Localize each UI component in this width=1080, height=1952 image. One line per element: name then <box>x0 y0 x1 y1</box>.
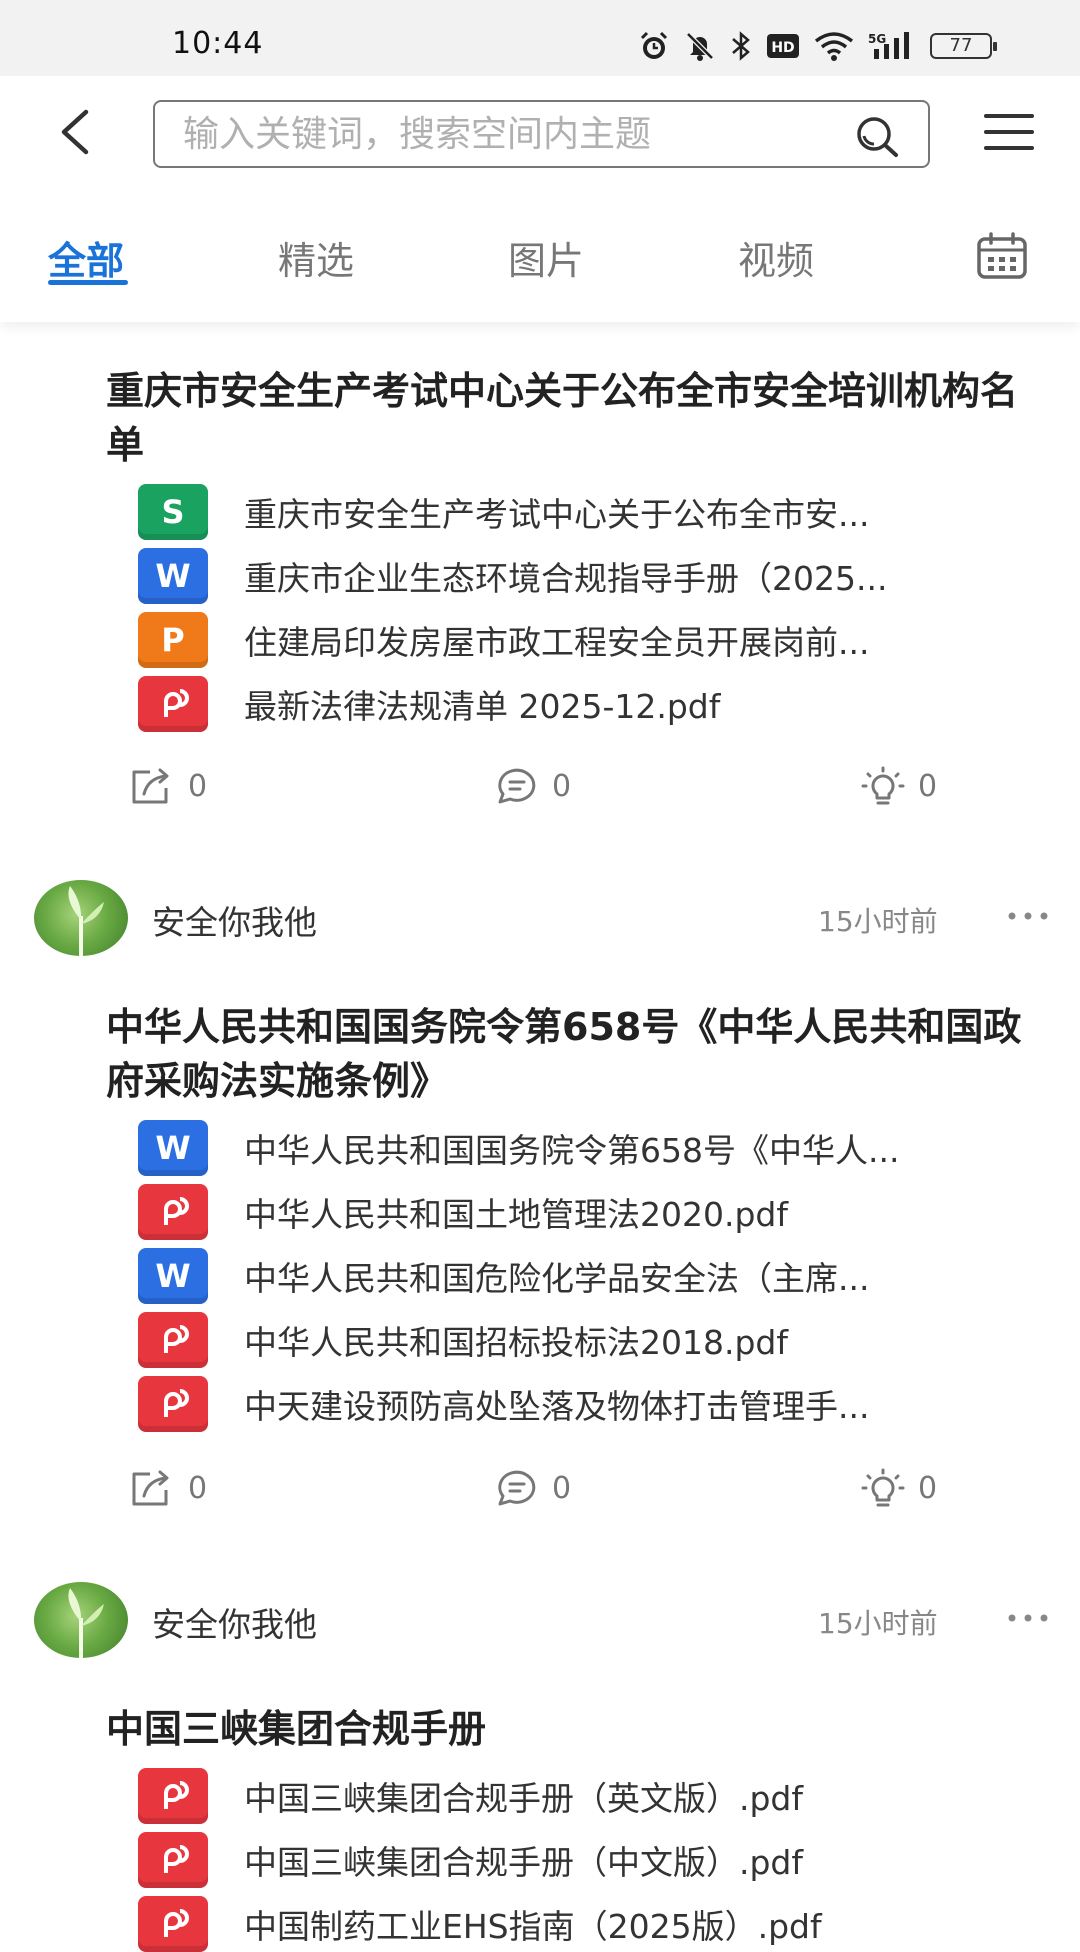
avatar[interactable] <box>34 880 128 956</box>
file-name: 重庆市企业生态环境合规指导手册（2025... <box>244 559 888 598</box>
tab-videos[interactable]: 视频 <box>738 230 814 285</box>
file-item[interactable]: W 中华人民共和国危险化学品安全法（主席... <box>138 1248 1038 1304</box>
avatar[interactable] <box>34 1582 128 1658</box>
file-item[interactable]: S 重庆市安全生产考试中心关于公布全市安... <box>138 484 1038 540</box>
post-time: 15小时前 <box>818 1607 938 1640</box>
file-item[interactable]: 中华人民共和国土地管理法2020.pdf <box>138 1184 1038 1240</box>
file-name: 中华人民共和国招标投标法2018.pdf <box>244 1323 788 1362</box>
pdf-file-icon <box>138 1184 208 1240</box>
status-time: 10:44 <box>172 26 264 61</box>
tab-all[interactable]: 全部 <box>48 230 124 285</box>
file-name: 中华人民共和国国务院令第658号《中华人... <box>244 1131 900 1170</box>
post-actions: 0 0 0 <box>0 1468 1080 1518</box>
word-file-icon: W <box>138 1248 208 1304</box>
tab-active-indicator <box>48 280 128 285</box>
mute-icon <box>686 32 714 61</box>
comment-count: 0 <box>552 768 572 804</box>
file-item[interactable]: P 住建局印发房屋市政工程安全员开展岗前... <box>138 612 1038 668</box>
svg-text:HD: HD <box>771 40 794 56</box>
file-name: 中华人民共和国土地管理法2020.pdf <box>244 1195 788 1234</box>
hd-icon: HD <box>767 34 799 58</box>
share-button[interactable]: 0 <box>130 766 207 806</box>
share-count: 0 <box>188 768 208 804</box>
signal-5g-icon: 5G <box>868 32 909 59</box>
alarm-icon <box>640 31 668 59</box>
svg-text:5G: 5G <box>868 32 886 46</box>
word-file-icon: W <box>138 1120 208 1176</box>
comment-button[interactable]: 0 <box>494 1468 571 1508</box>
post-actions: 0 0 0 <box>0 766 1080 816</box>
pdf-file-icon <box>138 1312 208 1368</box>
pdf-file-icon <box>138 1768 208 1824</box>
bluetooth-icon <box>732 31 750 61</box>
file-name: 中国三峡集团合规手册（中文版）.pdf <box>244 1843 804 1882</box>
word-file-icon: W <box>138 548 208 604</box>
status-bar: 10:44 HD 5G 77 <box>0 0 1080 76</box>
tab-images[interactable]: 图片 <box>508 230 584 285</box>
tab-bar: 全部 精选 图片 视频 <box>0 188 1080 322</box>
file-item[interactable]: W 重庆市企业生态环境合规指导手册（2025... <box>138 548 1038 604</box>
lightbulb-icon <box>861 1468 905 1507</box>
comment-count: 0 <box>552 1470 572 1506</box>
idea-button[interactable]: 0 <box>860 1468 937 1508</box>
post-title[interactable]: 中国三峡集团合规手册 <box>106 1702 1026 1756</box>
calendar-icon[interactable] <box>976 232 1028 280</box>
file-item[interactable]: 中国制药工业EHS指南（2025版）.pdf <box>138 1896 1038 1952</box>
author-row: 安全你我他 15小时前 <box>0 880 1080 960</box>
author-name[interactable]: 安全你我他 <box>152 1598 317 1646</box>
file-name: 重庆市安全生产考试中心关于公布全市安... <box>244 495 870 534</box>
file-name: 中天建设预防高处坠落及物体打击管理手... <box>244 1387 870 1426</box>
tab-featured[interactable]: 精选 <box>278 230 354 285</box>
ppt-file-icon: P <box>138 612 208 668</box>
pdf-file-icon <box>138 1896 208 1952</box>
like-count: 0 <box>918 768 938 804</box>
share-count: 0 <box>188 1470 208 1506</box>
pdf-file-icon <box>138 1376 208 1432</box>
lightbulb-icon <box>861 766 905 805</box>
author-row: 安全你我他 15小时前 <box>0 1582 1080 1662</box>
like-count: 0 <box>918 1470 938 1506</box>
wifi-icon <box>814 32 854 61</box>
post-time: 15小时前 <box>818 905 938 938</box>
menu-icon[interactable] <box>984 112 1034 152</box>
comment-button[interactable]: 0 <box>494 766 571 806</box>
back-icon[interactable] <box>52 106 100 158</box>
comment-icon <box>498 768 536 804</box>
file-name: 中国三峡集团合规手册（英文版）.pdf <box>244 1779 804 1818</box>
post-title[interactable]: 中华人民共和国国务院令第658号《中华人民共和国政府采购法实施条例》 <box>106 1000 1026 1108</box>
search-input[interactable] <box>155 102 855 166</box>
search-box[interactable] <box>153 100 930 168</box>
comment-icon <box>498 1470 536 1506</box>
share-icon <box>132 768 169 804</box>
sheet-file-icon: S <box>138 484 208 540</box>
post-title[interactable]: 重庆市安全生产考试中心关于公布全市安全培训机构名单 <box>106 364 1026 472</box>
more-options-icon[interactable] <box>1006 1608 1050 1628</box>
file-name: 中华人民共和国危险化学品安全法（主席... <box>244 1259 870 1298</box>
file-name: 最新法律法规清单 2025-12.pdf <box>244 687 721 726</box>
battery-icon: 77 <box>930 33 997 59</box>
idea-button[interactable]: 0 <box>860 766 937 806</box>
file-name: 住建局印发房屋市政工程安全员开展岗前... <box>244 623 870 662</box>
file-name: 中国制药工业EHS指南（2025版）.pdf <box>244 1907 822 1946</box>
file-item[interactable]: 中国三峡集团合规手册（中文版）.pdf <box>138 1832 1038 1888</box>
file-item[interactable]: 中国三峡集团合规手册（英文版）.pdf <box>138 1768 1038 1824</box>
file-item[interactable]: 最新法律法规清单 2025-12.pdf <box>138 676 1038 732</box>
file-item[interactable]: W 中华人民共和国国务院令第658号《中华人... <box>138 1120 1038 1176</box>
share-button[interactable]: 0 <box>130 1468 207 1508</box>
pdf-file-icon <box>138 1832 208 1888</box>
share-icon <box>132 1470 169 1506</box>
pdf-file-icon <box>138 676 208 732</box>
file-item[interactable]: 中华人民共和国招标投标法2018.pdf <box>138 1312 1038 1368</box>
author-name[interactable]: 安全你我他 <box>152 896 317 944</box>
file-item[interactable]: 中天建设预防高处坠落及物体打击管理手... <box>138 1376 1038 1432</box>
status-icons: HD 5G 77 <box>638 28 997 64</box>
more-options-icon[interactable] <box>1006 906 1050 926</box>
search-header <box>0 76 1080 188</box>
search-icon[interactable] <box>854 114 900 158</box>
